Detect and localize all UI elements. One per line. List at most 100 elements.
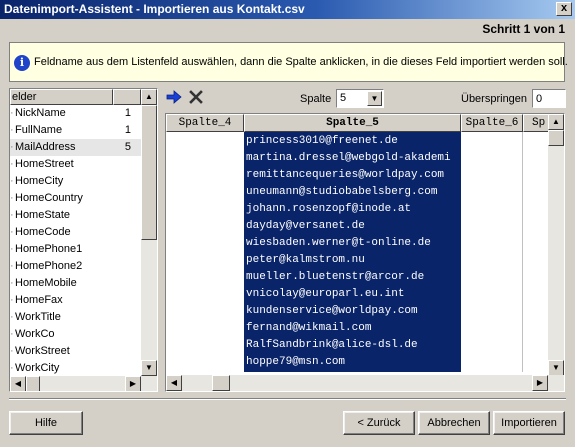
table-cell[interactable]: princess3010@freenet.de	[246, 133, 461, 150]
list-item-label: NickName	[15, 107, 66, 119]
table-cell[interactable]: hoppe79@msn.com	[246, 354, 461, 371]
scroll-thumb[interactable]	[548, 130, 564, 146]
list-item-label: WorkTitle	[15, 311, 61, 323]
row-marker: ·	[10, 192, 14, 204]
field-list-vscroll[interactable]: ▲ ▼	[141, 89, 157, 376]
help-button[interactable]: Hilfe	[9, 411, 83, 435]
x-icon[interactable]	[189, 90, 203, 104]
table-cell[interactable]: wiesbaden.werner@t-online.de	[246, 235, 461, 252]
table-cell[interactable]: RalfSandbrink@alice-dsl.de	[246, 337, 461, 354]
row-marker: ·	[10, 175, 14, 187]
scroll-up-button[interactable]: ▲	[141, 89, 157, 105]
list-item-label: WorkCo	[15, 328, 55, 340]
column-select-value: 5	[340, 92, 347, 104]
info-icon: i	[14, 55, 30, 71]
field-name-column-header[interactable]: elder	[10, 89, 113, 105]
import-button[interactable]: Importieren	[493, 411, 565, 435]
list-item-label: WorkCity	[15, 362, 60, 374]
row-marker: ·	[10, 345, 14, 357]
list-item-label: WorkStreet	[15, 345, 70, 357]
scroll-down-button[interactable]: ▼	[141, 360, 157, 376]
close-icon: x	[560, 2, 568, 14]
table-cell[interactable]: uneumann@studiobabelsberg.com	[246, 184, 461, 201]
info-box: i Feldname aus dem Listenfeld auswählen,…	[9, 42, 568, 82]
table-cell[interactable]: kundenservice@worldpay.com	[246, 303, 461, 320]
row-marker: ·	[10, 226, 14, 238]
list-item[interactable]: · HomeStreet	[10, 156, 141, 173]
list-item[interactable]: · HomePhone1	[10, 241, 141, 258]
table-cell[interactable]: mueller.bluetenstr@arcor.de	[246, 269, 461, 286]
row-marker: ·	[10, 209, 14, 221]
field-list-hscroll[interactable]: ◀ ▶	[10, 376, 157, 391]
column-label: Spalte	[300, 93, 332, 105]
column-divider	[522, 132, 523, 372]
list-item-label: FullName	[15, 124, 63, 136]
scroll-right-button[interactable]: ▶	[532, 375, 548, 391]
list-item-label: HomeMobile	[15, 277, 77, 289]
table-cell[interactable]: remittancequeries@worldpay.com	[246, 167, 461, 184]
table-cell[interactable]: dayday@versanet.de	[246, 218, 461, 235]
list-item[interactable]: · HomeFax	[10, 292, 141, 309]
scroll-right-button[interactable]: ▶	[125, 376, 141, 391]
table-cell[interactable]: fernand@wikmail.com	[246, 320, 461, 337]
scroll-thumb[interactable]	[141, 105, 157, 240]
column-header[interactable]: Spalte_4	[166, 114, 244, 132]
grid-vscroll[interactable]: ▲ ▼	[548, 114, 564, 376]
step-indicator: Schritt 1 von 1	[482, 22, 565, 36]
column-select[interactable]: 5 ▼	[336, 89, 384, 108]
column-header[interactable]: Sp	[523, 114, 549, 132]
scroll-left-button[interactable]: ◀	[166, 375, 182, 391]
list-item-label: HomeStreet	[15, 158, 74, 170]
table-cell[interactable]: johann.rosenzopf@inode.at	[246, 201, 461, 218]
scroll-down-button[interactable]: ▼	[548, 360, 564, 376]
list-item-label: HomeState	[15, 209, 71, 221]
data-grid[interactable]: Spalte_4 Spalte_5 Spalte_6 Sp princess30…	[165, 113, 565, 392]
list-item[interactable]: · HomeCode	[10, 224, 141, 241]
list-item[interactable]: · NickName 1	[10, 105, 141, 122]
chevron-down-icon[interactable]: ▼	[367, 91, 382, 106]
list-item[interactable]: · HomeMobile	[10, 275, 141, 292]
selected-column-cells: princess3010@freenet.de martina.dressel@w…	[246, 133, 461, 371]
scroll-thumb[interactable]	[26, 376, 40, 391]
skip-input[interactable]	[532, 89, 566, 108]
list-item[interactable]: · WorkCo	[10, 326, 141, 343]
back-button[interactable]: < Zurück	[343, 411, 415, 435]
list-item-label: HomePhone1	[15, 243, 83, 255]
field-list-header: elder	[10, 89, 141, 105]
close-button[interactable]: x	[556, 2, 572, 16]
arrow-right-icon[interactable]	[166, 90, 182, 104]
list-item[interactable]: · HomeCountry	[10, 190, 141, 207]
list-item-column: 1	[124, 107, 131, 119]
row-marker: ·	[10, 311, 14, 323]
row-marker: ·	[10, 124, 14, 136]
list-item-label: HomePhone2	[15, 260, 83, 272]
table-cell[interactable]: vnicolay@europarl.eu.int	[246, 286, 461, 303]
skip-label: Überspringen	[461, 93, 528, 105]
scroll-left-button[interactable]: ◀	[10, 376, 26, 391]
grid-hscroll[interactable]: ◀ ▶	[166, 375, 564, 391]
cancel-button[interactable]: Abbrechen	[418, 411, 490, 435]
separator	[9, 398, 566, 400]
list-item[interactable]: · HomeState	[10, 207, 141, 224]
row-marker: ·	[10, 141, 14, 153]
list-item[interactable]: · MailAddress 5	[10, 139, 141, 156]
column-header-selected[interactable]: Spalte_5	[244, 114, 461, 132]
column-header[interactable]: Spalte_6	[461, 114, 523, 132]
list-item[interactable]: · HomeCity	[10, 173, 141, 190]
scroll-thumb[interactable]	[212, 375, 230, 391]
list-item[interactable]: · WorkCity	[10, 360, 141, 376]
scroll-up-button[interactable]: ▲	[548, 114, 564, 130]
table-cell[interactable]: martina.dressel@webgold-akademi	[246, 150, 461, 167]
field-list[interactable]: elder · NickName 1 · FullName 1 · MailAddress 5 ·…	[9, 88, 158, 392]
list-item[interactable]: · WorkStreet	[10, 343, 141, 360]
title-bar: Datenimport-Assistent - Importieren aus …	[0, 0, 575, 19]
row-marker: ·	[10, 277, 14, 289]
row-marker: ·	[10, 260, 14, 272]
table-cell[interactable]: peter@kalmstrom.nu	[246, 252, 461, 269]
list-item-label: HomeFax	[15, 294, 63, 306]
field-column-header[interactable]	[113, 89, 141, 105]
list-item-column: 1	[124, 124, 131, 136]
list-item[interactable]: · FullName 1	[10, 122, 141, 139]
list-item[interactable]: · HomePhone2	[10, 258, 141, 275]
list-item[interactable]: · WorkTitle	[10, 309, 141, 326]
